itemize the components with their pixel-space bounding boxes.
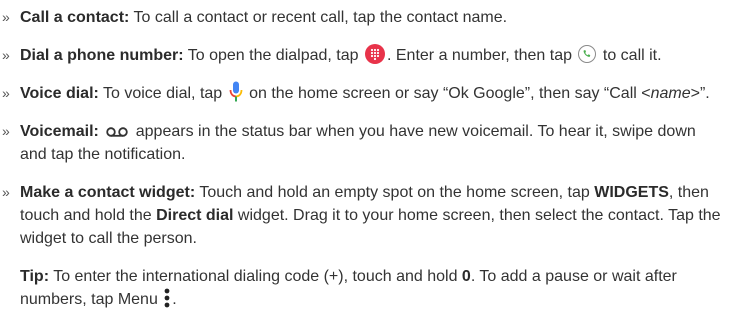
list-item-call-contact: » Call a contact: To call a contact or r… — [0, 6, 725, 29]
list-item-dial-number: » Dial a phone number: To open the dialp… — [0, 43, 725, 67]
tip-text: . — [172, 291, 177, 308]
tip-bold: 0 — [461, 268, 471, 285]
list-item-voice-dial: » Voice dial: To voice dial, tap on the … — [0, 81, 725, 105]
list-item-contact-widget: » Make a contact widget: Touch and hold … — [0, 181, 725, 250]
item-text: Touch and hold an empty spot on the home… — [195, 184, 595, 201]
bullet: » — [2, 9, 10, 25]
item-italic: name — [650, 85, 691, 102]
item-bold: Direct dial — [156, 207, 234, 224]
item-label: Voicemail: — [20, 123, 99, 140]
tip-paragraph: Tip: To enter the international dialing … — [0, 265, 725, 311]
item-text: on the home screen or say “Ok Google”, t… — [244, 85, 651, 102]
phone-call-icon — [578, 44, 597, 63]
menu-dots-icon — [163, 287, 171, 309]
tip-label: Tip: — [20, 268, 50, 285]
bullet: » — [2, 47, 10, 63]
voicemail-icon — [105, 122, 129, 137]
item-label: Make a contact widget: — [20, 184, 196, 201]
tip-text: To enter the international dialing code … — [49, 268, 462, 285]
item-text: To open the dialpad, tap — [183, 47, 363, 64]
item-label: Voice dial: — [20, 85, 99, 102]
item-label: Dial a phone number: — [20, 47, 184, 64]
microphone-icon — [229, 81, 243, 103]
item-label: Call a contact: — [20, 9, 130, 26]
bullet: » — [2, 184, 10, 200]
item-text: . Enter a number, then tap — [386, 47, 577, 64]
document-body: » Call a contact: To call a contact or r… — [0, 0, 739, 311]
item-text: >”. — [690, 85, 710, 102]
bullet: » — [2, 123, 10, 139]
item-text: to call it. — [598, 47, 662, 64]
dialpad-icon — [364, 43, 385, 64]
bullet: » — [2, 85, 10, 101]
list-item-voicemail: » Voicemail: appears in the status bar w… — [0, 120, 725, 166]
item-text: To call a contact or recent call, tap th… — [129, 9, 508, 26]
item-text: To voice dial, tap — [98, 85, 227, 102]
item-bold: WIDGETS — [594, 184, 669, 201]
